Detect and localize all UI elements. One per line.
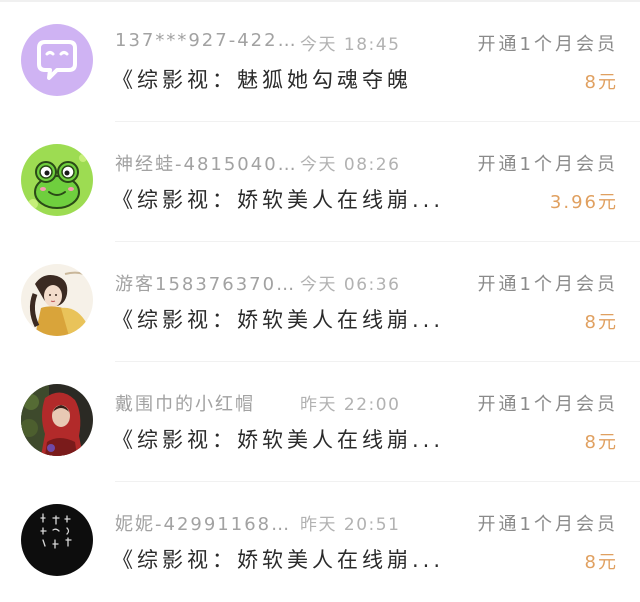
price: 8元 [584, 432, 618, 453]
order-time: 今天 08:26 [300, 155, 401, 175]
illustrated-girl-icon [21, 264, 93, 336]
list-item[interactable]: 神经蛙-4815040... 今天 08:26 开通1个月会员 《综影视：娇软美… [0, 122, 640, 242]
order-time: 昨天 22:00 [300, 395, 401, 415]
list-item[interactable]: 137***927-42254... 今天 18:45 开通1个月会员 《综影视… [0, 2, 640, 122]
price: 8元 [584, 312, 618, 333]
buyer-name: 神经蛙-4815040... [115, 154, 300, 175]
list-item[interactable]: 妮妮-429911683... 昨天 20:51 开通1个月会员 《综影视：娇软… [0, 482, 640, 602]
red-hood-icon [21, 384, 93, 456]
frog-icon [21, 144, 93, 216]
book-title: 《综影视：魅狐她勾魂夺魄 [112, 68, 412, 92]
book-title: 《综影视：娇软美人在线崩... [112, 548, 445, 572]
buyer-name: 游客1583763702... [115, 274, 300, 295]
plan-label: 开通1个月会员 [477, 514, 618, 535]
buyer-name: 137***927-42254... [115, 30, 300, 51]
plan-label: 开通1个月会员 [477, 274, 618, 295]
buyer-name: 戴围巾的小红帽 [115, 394, 255, 415]
red-hood-avatar[interactable] [21, 384, 93, 456]
order-list: 137***927-42254... 今天 18:45 开通1个月会员 《综影视… [0, 2, 640, 602]
order-time: 今天 18:45 [300, 35, 401, 55]
price: 8元 [584, 552, 618, 573]
list-item[interactable]: 游客1583763702... 今天 06:36 开通1个月会员 《综影视：娇软… [0, 242, 640, 362]
price: 8元 [584, 72, 618, 93]
plan-label: 开通1个月会员 [477, 394, 618, 415]
dark-calligraphy-avatar[interactable] [21, 504, 93, 576]
list-item[interactable]: 戴围巾的小红帽 昨天 22:00 开通1个月会员 《综影视：娇软美人在线崩...… [0, 362, 640, 482]
illustrated-girl-avatar[interactable] [21, 264, 93, 336]
book-title: 《综影视：娇软美人在线崩... [112, 308, 445, 332]
speech-bubble-icon [21, 24, 93, 96]
order-time: 今天 06:36 [300, 275, 401, 295]
order-time: 昨天 20:51 [300, 515, 401, 535]
plan-label: 开通1个月会员 [477, 154, 618, 175]
buyer-name: 妮妮-429911683... [115, 514, 300, 535]
speech-bubble-avatar[interactable] [21, 24, 93, 96]
book-title: 《综影视：娇软美人在线崩... [112, 428, 445, 452]
plan-label: 开通1个月会员 [477, 34, 618, 55]
calligraphy-icon [21, 504, 93, 576]
price: 3.96元 [549, 192, 618, 213]
frog-avatar[interactable] [21, 144, 93, 216]
book-title: 《综影视：娇软美人在线崩... [112, 188, 445, 212]
